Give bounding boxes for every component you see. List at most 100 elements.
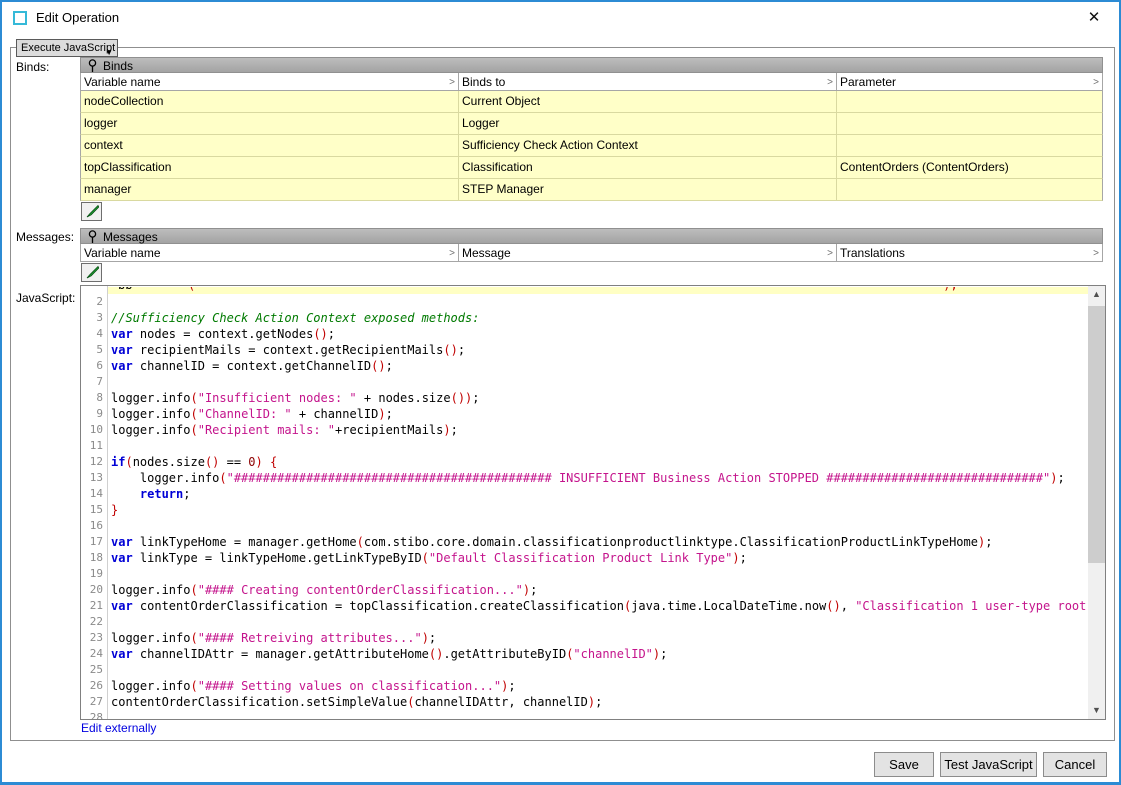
code-line-8[interactable]: 8logger.info("Insufficient nodes: " + no… (81, 390, 1088, 406)
code-line-16[interactable]: 16 (81, 518, 1088, 534)
code-line-24[interactable]: 24var channelIDAttr = manager.getAttribu… (81, 646, 1088, 662)
scrollbar-thumb[interactable] (1088, 306, 1105, 563)
test-javascript-button[interactable]: Test JavaScript (940, 752, 1037, 777)
scroll-down-icon[interactable]: ▼ (1088, 702, 1105, 719)
code-line-17[interactable]: 17var linkTypeHome = manager.getHome(com… (81, 534, 1088, 550)
messages-edit-button[interactable] (81, 263, 102, 282)
binds-table: nodeCollectionCurrent ObjectloggerLogger… (80, 91, 1103, 201)
code-text: return; (111, 486, 191, 502)
line-number: 8 (81, 390, 103, 406)
code-fragment: bb (118, 287, 132, 292)
code-text: var linkType = linkTypeHome.getLinkTypeB… (111, 550, 747, 566)
table-cell[interactable]: nodeCollection (81, 91, 459, 112)
table-row[interactable]: nodeCollectionCurrent Object (80, 91, 1103, 113)
code-line-1-partial: bb("); (108, 287, 1088, 294)
table-row[interactable]: topClassificationClassificationContentOr… (80, 157, 1103, 179)
line-number: 26 (81, 678, 103, 694)
line-number: 14 (81, 486, 103, 502)
code-line-21[interactable]: 21var contentOrderClassification = topCl… (81, 598, 1088, 614)
code-line-12[interactable]: 12if(nodes.size() == 0) { (81, 454, 1088, 470)
code-line-7[interactable]: 7 (81, 374, 1088, 390)
table-cell[interactable] (837, 135, 1102, 156)
table-cell[interactable]: context (81, 135, 459, 156)
code-line-26[interactable]: 26 logger.info("#### Setting values on cl… (81, 678, 1088, 694)
table-cell[interactable]: ContentOrders (ContentOrders) (837, 157, 1102, 178)
code-line-14[interactable]: 14 return; (81, 486, 1088, 502)
code-line-10[interactable]: 10logger.info("Recipient mails: "+recipi… (81, 422, 1088, 438)
column-header-variable-name[interactable]: Variable name> (81, 244, 459, 261)
code-line-6[interactable]: 6var channelID = context.getChannelID(); (81, 358, 1088, 374)
javascript-code-editor[interactable]: bb("); 23//Sufficiency Check Action Cont… (80, 285, 1106, 720)
operation-type-dropdown[interactable]: Execute JavaScript ▼ (16, 39, 118, 57)
column-header-variable-name[interactable]: Variable name > (81, 73, 459, 90)
edit-externally-link[interactable]: Edit externally (81, 721, 156, 735)
table-cell[interactable]: manager (81, 179, 459, 200)
binds-column-headers: Variable name>Binds to>Parameter> (80, 73, 1103, 91)
code-line-15[interactable]: 15} (81, 502, 1088, 518)
code-line-13[interactable]: 13 logger.info("########################… (81, 470, 1088, 486)
cancel-button[interactable]: Cancel (1043, 752, 1107, 777)
scroll-up-icon[interactable]: ▲ (1088, 286, 1105, 303)
line-number: 13 (81, 470, 103, 486)
code-fragment: "); (936, 287, 958, 292)
code-line-22[interactable]: 22 (81, 614, 1088, 630)
table-row[interactable]: contextSufficiency Check Action Context (80, 135, 1103, 157)
editor-scrollbar[interactable]: ▲ ▼ (1088, 286, 1105, 719)
binds-section-header: Binds (80, 57, 1103, 73)
table-cell[interactable]: topClassification (81, 157, 459, 178)
table-cell[interactable]: Classification (459, 157, 837, 178)
code-line-2[interactable]: 2 (81, 294, 1088, 310)
table-cell[interactable]: Current Object (459, 91, 837, 112)
code-line-5[interactable]: 5var recipientMails = context.getRecipie… (81, 342, 1088, 358)
binds-edit-button[interactable] (81, 202, 102, 221)
edit-pen-icon (85, 206, 99, 221)
javascript-label: JavaScript: (16, 291, 75, 305)
binds-label: Binds: (16, 60, 49, 74)
column-filter-icon[interactable]: > (827, 246, 833, 261)
code-line-9[interactable]: 9logger.info("ChannelID: " + channelID); (81, 406, 1088, 422)
column-filter-icon[interactable]: > (1093, 75, 1099, 90)
code-line-20[interactable]: 20logger.info("#### Creating contentOrde… (81, 582, 1088, 598)
column-header-label: Variable name (84, 75, 161, 89)
code-line-25[interactable]: 25 (81, 662, 1088, 678)
table-cell[interactable] (837, 91, 1102, 112)
table-cell[interactable] (837, 179, 1102, 200)
code-line-19[interactable]: 19 (81, 566, 1088, 582)
column-filter-icon[interactable]: > (449, 246, 455, 261)
line-number: 11 (81, 438, 103, 454)
code-text: logger.info("#### Retreiving attributes.… (111, 630, 436, 646)
code-line-18[interactable]: 18var linkType = linkTypeHome.getLinkTyp… (81, 550, 1088, 566)
code-text: logger.info("#### Setting values on clas… (111, 678, 516, 694)
code-line-4[interactable]: 4var nodes = context.getNodes(); (81, 326, 1088, 342)
column-filter-icon[interactable]: > (1093, 246, 1099, 261)
messages-label: Messages: (16, 230, 74, 244)
code-line-27[interactable]: 27contentOrderClassification.setSimpleVa… (81, 694, 1088, 710)
code-text: } (111, 502, 118, 518)
column-header-message[interactable]: Message> (459, 244, 837, 261)
line-number: 7 (81, 374, 103, 390)
column-filter-icon[interactable]: > (827, 75, 833, 90)
code-line-23[interactable]: 23logger.info("#### Retreiving attribute… (81, 630, 1088, 646)
column-header-binds-to[interactable]: Binds to> (459, 73, 837, 90)
edit-operation-dialog: Edit Operation ✕ Execute JavaScript ▼ Bi… (0, 0, 1121, 785)
close-icon[interactable]: ✕ (1081, 6, 1107, 30)
save-button[interactable]: Save (874, 752, 934, 777)
code-line-3[interactable]: 3//Sufficiency Check Action Context expo… (81, 310, 1088, 326)
title-bar: Edit Operation ✕ (2, 2, 1119, 32)
code-line-11[interactable]: 11 (81, 438, 1088, 454)
table-cell[interactable]: logger (81, 113, 459, 134)
table-row[interactable]: managerSTEP Manager (80, 179, 1103, 201)
table-cell[interactable]: Logger (459, 113, 837, 134)
line-number: 2 (81, 294, 103, 310)
line-number: 5 (81, 342, 103, 358)
table-cell[interactable] (837, 113, 1102, 134)
column-filter-icon[interactable]: > (449, 75, 455, 90)
code-text: var nodes = context.getNodes(); (111, 326, 335, 342)
table-cell[interactable]: STEP Manager (459, 179, 837, 200)
column-header-parameter[interactable]: Parameter> (837, 73, 1102, 90)
table-cell[interactable]: Sufficiency Check Action Context (459, 135, 837, 156)
line-number: 15 (81, 502, 103, 518)
column-header-translations[interactable]: Translations> (837, 244, 1102, 261)
code-line-28[interactable]: 28 (81, 710, 1088, 720)
table-row[interactable]: loggerLogger (80, 113, 1103, 135)
